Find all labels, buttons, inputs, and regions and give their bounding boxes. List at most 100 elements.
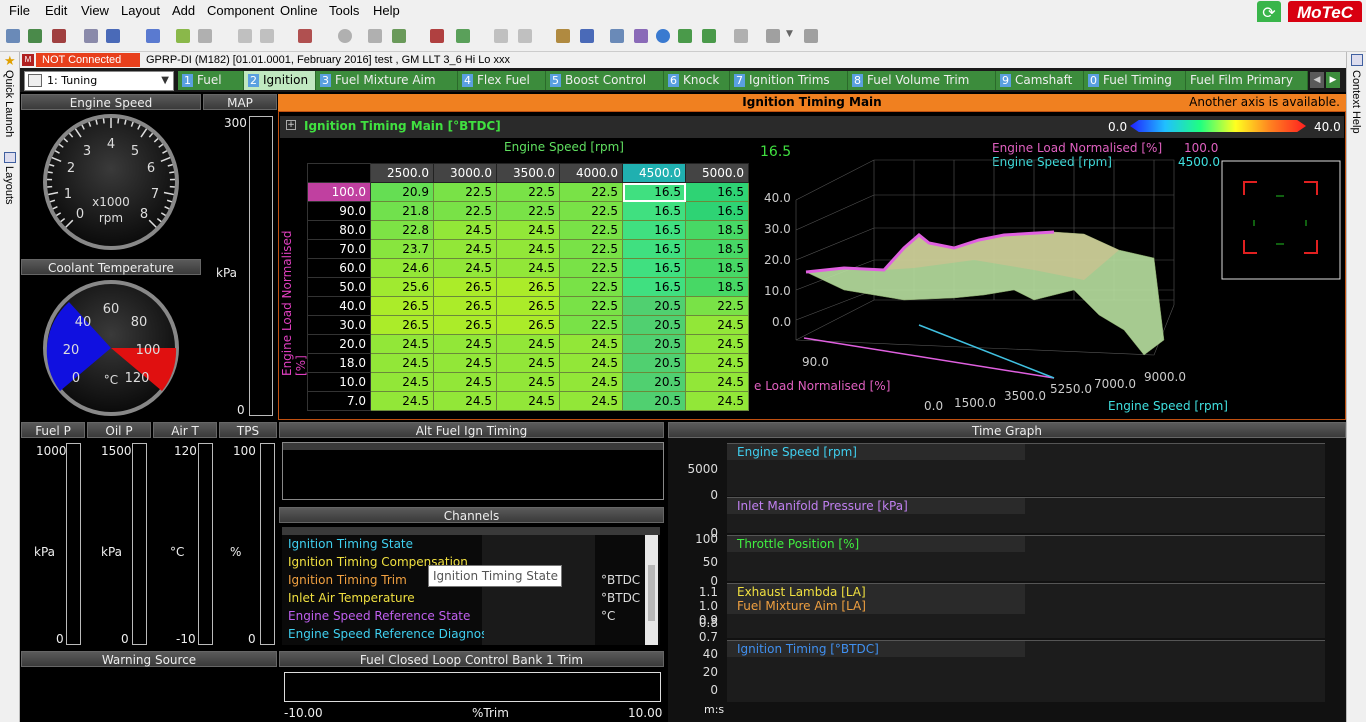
map-cell[interactable]: 26.5 [496,296,560,316]
map-cell[interactable]: 16.5 [622,239,686,259]
context-help-tab[interactable]: Context Help [1350,70,1362,134]
map-cell[interactable]: 24.5 [433,258,497,278]
map-cell[interactable]: 24.5 [685,315,749,335]
map-cell[interactable]: 22.5 [559,182,623,202]
row-header[interactable]: 70.0 [307,239,371,259]
pause-icon[interactable] [338,29,352,43]
map-cell[interactable]: 20.5 [622,391,686,411]
workspace-select[interactable]: 1: Tuning ▼ [24,71,174,91]
map-cell[interactable]: 16.5 [622,182,686,202]
menu-file[interactable]: File [9,3,30,18]
map-cell[interactable]: 16.5 [622,258,686,278]
save-all-icon[interactable] [106,29,120,43]
map-cell[interactable]: 22.5 [559,239,623,259]
map-cell[interactable]: 18.5 [685,277,749,297]
map-cell[interactable]: 24.5 [433,239,497,259]
row-header[interactable]: 18.0 [307,353,371,373]
map-cell[interactable]: 21.8 [370,201,434,221]
map-cell[interactable]: 24.5 [496,334,560,354]
map-cell[interactable]: 24.5 [433,391,497,411]
save-icon[interactable] [84,29,98,43]
map-cell[interactable]: 24.6 [370,258,434,278]
cursor-minimap[interactable] [1221,160,1341,280]
tab-ignition[interactable]: 2 Ignition [244,71,316,90]
tab-camshaft[interactable]: 9 Camshaft [996,71,1084,90]
map-cell[interactable]: 24.5 [496,391,560,411]
map-cell[interactable]: 22.5 [496,182,560,202]
map-cell[interactable]: 24.5 [370,353,434,373]
map-cell[interactable]: 22.5 [433,182,497,202]
wand-icon[interactable] [392,29,406,43]
map-cell[interactable]: 22.5 [559,315,623,335]
tab-ignition-trims[interactable]: 7 Ignition Trims [730,71,848,90]
menu-layout[interactable]: Layout [121,3,160,18]
lock-icon[interactable] [734,29,748,43]
tab-fuel-volume-trim[interactable]: 8 Fuel Volume Trim [848,71,996,90]
grid-icon[interactable] [368,29,382,43]
menu-help[interactable]: Help [373,3,400,18]
row-header[interactable]: 90.0 [307,201,371,221]
map-cell[interactable]: 25.6 [370,277,434,297]
bug-icon[interactable] [456,29,470,43]
map-cell[interactable]: 26.5 [370,315,434,335]
map-cell[interactable]: 24.5 [496,353,560,373]
row-header[interactable]: 30.0 [307,315,371,335]
menu-view[interactable]: View [81,3,109,18]
map-cell[interactable]: 20.9 [370,182,434,202]
map-cell[interactable]: 22.5 [559,277,623,297]
quick-launch-tab[interactable]: Quick Launch [3,70,15,137]
menu-online[interactable]: Online [280,3,318,18]
window-icon[interactable] [580,29,594,43]
map-cell[interactable]: 24.5 [433,353,497,373]
export-icon[interactable] [198,29,212,43]
map-cell[interactable]: 24.5 [433,372,497,392]
channel-item[interactable]: Inlet Air Temperature [288,591,484,605]
menu-component[interactable]: Component [207,3,274,18]
map-cell[interactable]: 24.5 [370,334,434,354]
map-cell[interactable]: 24.5 [685,391,749,411]
tab-fuel-timing[interactable]: 0 Fuel Timing [1084,71,1186,90]
chevron-down-icon[interactable]: ▼ [786,29,800,43]
tab-fuel-mixture-aim[interactable]: 3 Fuel Mixture Aim [316,71,458,90]
tab-scroll-right-icon[interactable]: ▶ [1326,72,1340,88]
3d-surface-plot[interactable]: 16.5 Engine Load Normalised [%] 100.0 En… [754,140,1344,418]
layout-icon[interactable] [766,29,780,43]
calc-icon[interactable] [430,29,444,43]
import-icon[interactable] [176,29,190,43]
map-cell[interactable]: 26.5 [433,315,497,335]
map-cell[interactable]: 20.5 [622,372,686,392]
row-header[interactable]: 20.0 [307,334,371,354]
tg-row-engine-speed[interactable]: Engine Speed [rpm] [727,443,1325,496]
map-cell[interactable]: 26.5 [370,296,434,316]
map-cell[interactable]: 16.5 [685,182,749,202]
open-icon[interactable] [28,29,42,43]
row-header[interactable]: 80.0 [307,220,371,240]
map-cell[interactable]: 22.5 [433,201,497,221]
bars-icon[interactable] [678,29,692,43]
map-cell[interactable]: 24.5 [559,334,623,354]
tab-fuel[interactable]: 1 Fuel [178,71,244,90]
tools-icon[interactable] [556,29,570,43]
map-cell[interactable]: 16.5 [622,277,686,297]
scrollbar-thumb[interactable] [648,565,655,621]
expand-icon[interactable]: + [286,120,296,130]
map-cell[interactable]: 24.5 [559,372,623,392]
menu-tools[interactable]: Tools [329,3,359,18]
channel-item[interactable]: Engine Speed Reference Diagnostic [288,627,484,641]
map-cell[interactable]: 24.5 [496,239,560,259]
map-cell[interactable]: 22.5 [559,220,623,240]
map-cell[interactable]: 24.5 [685,372,749,392]
scrollbar[interactable] [645,535,658,645]
map-cell[interactable]: 26.5 [433,296,497,316]
column-header[interactable]: 2500.0 [370,163,434,183]
sync-icon[interactable] [656,29,670,43]
map-cell[interactable]: 24.5 [433,220,497,240]
undo-icon[interactable] [238,29,252,43]
tg-row-lambda[interactable]: Exhaust Lambda [LA] Fuel Mixture Aim [LA… [727,583,1325,638]
map-cell[interactable]: 26.5 [496,315,560,335]
row-header[interactable]: 50.0 [307,277,371,297]
map-cell[interactable]: 26.5 [496,277,560,297]
map-cell[interactable]: 24.5 [685,353,749,373]
column-header[interactable]: 4000.0 [559,163,623,183]
tab-boost-control[interactable]: 5 Boost Control [546,71,664,90]
